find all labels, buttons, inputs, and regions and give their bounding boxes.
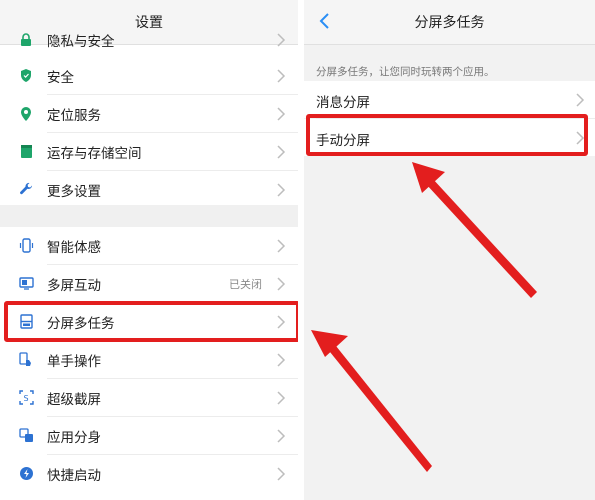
annotation-arrows — [311, 162, 537, 472]
arrow-to-split-screen-icon — [311, 330, 432, 472]
arrow-to-manual-split-icon — [412, 162, 537, 298]
